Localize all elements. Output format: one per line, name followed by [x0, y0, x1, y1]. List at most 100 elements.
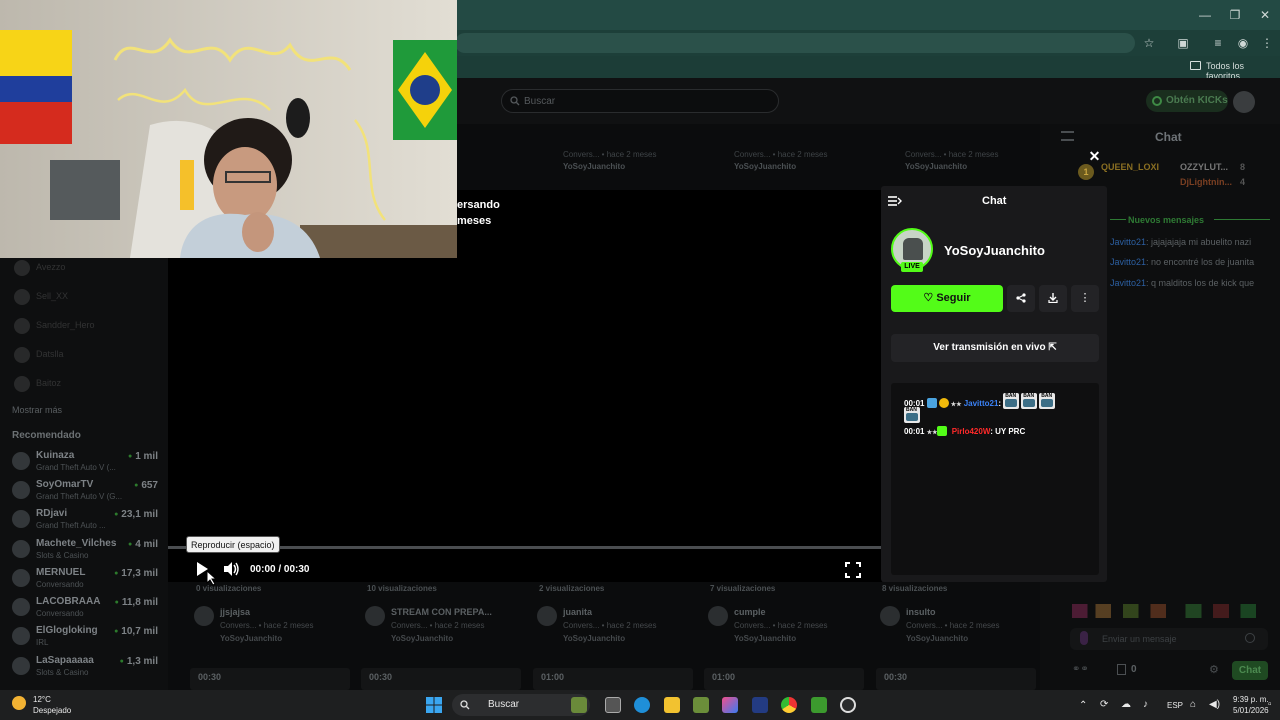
volume-icon[interactable]: [222, 560, 240, 578]
external-link-icon: ⇱: [1048, 342, 1057, 353]
video-card[interactable]: 7 visualizaciones cumple Convers... • hace…: [704, 582, 864, 646]
chat-username[interactable]: Pirlo420W: [952, 427, 991, 436]
chrome-icon[interactable]: [781, 697, 797, 713]
file-explorer-icon[interactable]: [664, 697, 680, 713]
video-thumbnail[interactable]: 00:30: [361, 668, 521, 690]
video-card[interactable]: 8 visualizaciones insulto Convers... • hac…: [876, 582, 1036, 646]
star-icon[interactable]: ☆: [1140, 35, 1158, 51]
media-icon[interactable]: ≡: [1209, 35, 1227, 51]
clock-time[interactable]: 9:39 p. m.: [1233, 695, 1269, 704]
sidebar-item-recommended[interactable]: LaSapaaaaa Slots & Casino 1,3 mil: [10, 655, 162, 684]
chat-username[interactable]: Javitto21: [964, 399, 999, 408]
video-card[interactable]: 10 visualizaciones STREAM CON PREPA... Con…: [361, 582, 521, 646]
network-icon[interactable]: ⌂: [1190, 699, 1196, 710]
maximize-button[interactable]: ❐: [1222, 6, 1248, 24]
mic-icon[interactable]: ♪: [1143, 699, 1148, 710]
message-time: 00:01: [904, 427, 925, 436]
close-modal-button[interactable]: ✕: [1087, 149, 1102, 164]
video-card[interactable]: 0 visualizaciones jjsjajsa Convers... • ha…: [190, 582, 350, 646]
download-button[interactable]: [1039, 285, 1067, 312]
search-placeholder: Buscar: [524, 96, 556, 107]
app-icon[interactable]: [840, 697, 856, 713]
followed-channel[interactable]: Datslla: [12, 345, 160, 367]
task-view-icon[interactable]: [605, 697, 621, 713]
badge-icon: [938, 398, 949, 408]
avatar: [12, 598, 30, 616]
channel-name[interactable]: YoSoyJuanchito: [944, 243, 1045, 258]
video-title: STREAM CON PREPA...: [391, 607, 492, 617]
followed-channel[interactable]: Baitoz: [12, 374, 160, 396]
sidebar-item-recommended[interactable]: RDjavi Grand Theft Auto ... 23,1 mil: [10, 508, 162, 537]
emoji-icon[interactable]: [1245, 633, 1255, 643]
volume-icon[interactable]: ◀): [1209, 699, 1220, 710]
fullscreen-icon[interactable]: [845, 562, 861, 578]
video-thumbnail[interactable]: 01:00: [533, 668, 693, 690]
follow-button[interactable]: ♡ Seguir: [891, 285, 1003, 312]
sidebar-item-recommended[interactable]: ElGlogloking IRL 10,7 mil: [10, 625, 162, 654]
sync-icon[interactable]: ⟳: [1100, 699, 1108, 710]
video-card[interactable]: Convers... • hace 2 meses YoSoyJuanchito: [734, 148, 894, 178]
link-icon[interactable]: ⚭⚭: [1072, 664, 1089, 675]
followed-channel[interactable]: Sandder_Hero: [12, 316, 160, 338]
close-window-button[interactable]: ✕: [1252, 6, 1278, 24]
minecraft-icon[interactable]: [693, 697, 709, 713]
chat-text: : q malditos los de kick que: [1146, 278, 1255, 288]
watch-live-button[interactable]: Ver transmisión en vivo ⇱: [891, 334, 1099, 362]
address-bar[interactable]: [455, 33, 1135, 53]
cast-icon[interactable]: ▣: [1174, 35, 1192, 51]
weather-temp[interactable]: 12°C: [33, 695, 51, 704]
sidebar-item-recommended[interactable]: LACOBRAAA Conversando 11,8 mil: [10, 596, 162, 625]
video-thumbnail[interactable]: 00:30: [190, 668, 350, 690]
video-card[interactable]: 2 visualizaciones juanita Convers... • hac…: [533, 582, 693, 646]
clock-date[interactable]: 5/01/2026: [1233, 706, 1269, 715]
video-duration: 01:00: [541, 672, 565, 682]
channel-name: MERNUEL: [36, 567, 86, 578]
minimize-button[interactable]: —: [1192, 6, 1218, 24]
video-author: YoSoyJuanchito: [734, 634, 797, 643]
chevron-up-icon[interactable]: ⌃: [1079, 700, 1087, 711]
followed-channel[interactable]: Avezzo: [12, 258, 160, 280]
chat-message-input[interactable]: Enviar un mensaje: [1070, 628, 1268, 650]
more-vertical-icon: ⋮: [1079, 292, 1091, 304]
collapse-chat-icon[interactable]: [1061, 131, 1074, 141]
user-avatar[interactable]: [1233, 91, 1255, 113]
app-icon[interactable]: [752, 697, 768, 713]
video-title: jjsjajsa: [220, 607, 251, 617]
minecraft-launcher-icon[interactable]: [811, 697, 827, 713]
collapse-icon[interactable]: [888, 195, 902, 207]
channel-category: Grand Theft Auto ...: [36, 521, 106, 530]
send-chat-button[interactable]: Chat: [1232, 661, 1268, 680]
sidebar-item-recommended[interactable]: Machete_Vilches Slots & Casino 4 mil: [10, 538, 162, 567]
menu-dots-icon[interactable]: ⋮: [1258, 35, 1276, 51]
sidebar-item-recommended[interactable]: MERNUEL Conversando 17,3 mil: [10, 567, 162, 596]
copilot-icon[interactable]: [722, 697, 738, 713]
settings-gear-icon[interactable]: ⚙: [1209, 663, 1219, 676]
video-meta: Convers... • hace 2 meses: [906, 621, 1000, 630]
top-user: DjLightnin...: [1180, 177, 1232, 187]
video-thumbnail[interactable]: 00:30: [876, 668, 1036, 690]
share-button[interactable]: [1007, 285, 1035, 312]
video-thumbnail[interactable]: 01:00: [704, 668, 864, 690]
profile-icon[interactable]: ◉: [1234, 35, 1252, 51]
followed-channel[interactable]: Sell_XX: [12, 287, 160, 309]
gift-icon[interactable]: [1117, 664, 1126, 675]
badge-icon: ★★: [950, 402, 962, 408]
more-options-button[interactable]: ⋮: [1071, 285, 1099, 312]
ban-emote-icon: BAN: [904, 407, 920, 423]
windows-start-icon[interactable]: [426, 697, 442, 713]
show-more-link[interactable]: Mostrar más: [12, 405, 62, 415]
video-card[interactable]: Convers... • hace 2 meses YoSoyJuanchito: [563, 148, 723, 178]
language-indicator[interactable]: ESP: [1167, 701, 1183, 710]
edge-icon[interactable]: [634, 697, 650, 713]
sidebar-item-recommended[interactable]: SoyOmarTV Grand Theft Auto V (G... 657: [10, 479, 162, 508]
widget-icon[interactable]: [571, 697, 587, 713]
cloud-icon[interactable]: ☁: [1121, 699, 1131, 710]
get-kicks-button[interactable]: Obtén KICKs: [1146, 90, 1228, 112]
notification-icon[interactable]: ▫: [1268, 699, 1272, 710]
avatar: [12, 627, 30, 645]
sidebar-item-recommended[interactable]: Kuinaza Grand Theft Auto V (... 1 mil: [10, 450, 162, 479]
site-search-input[interactable]: Buscar: [501, 89, 779, 113]
video-title: juanita: [563, 607, 593, 617]
follow-label: Seguir: [936, 292, 971, 304]
taskbar-search[interactable]: Buscar: [452, 694, 590, 716]
